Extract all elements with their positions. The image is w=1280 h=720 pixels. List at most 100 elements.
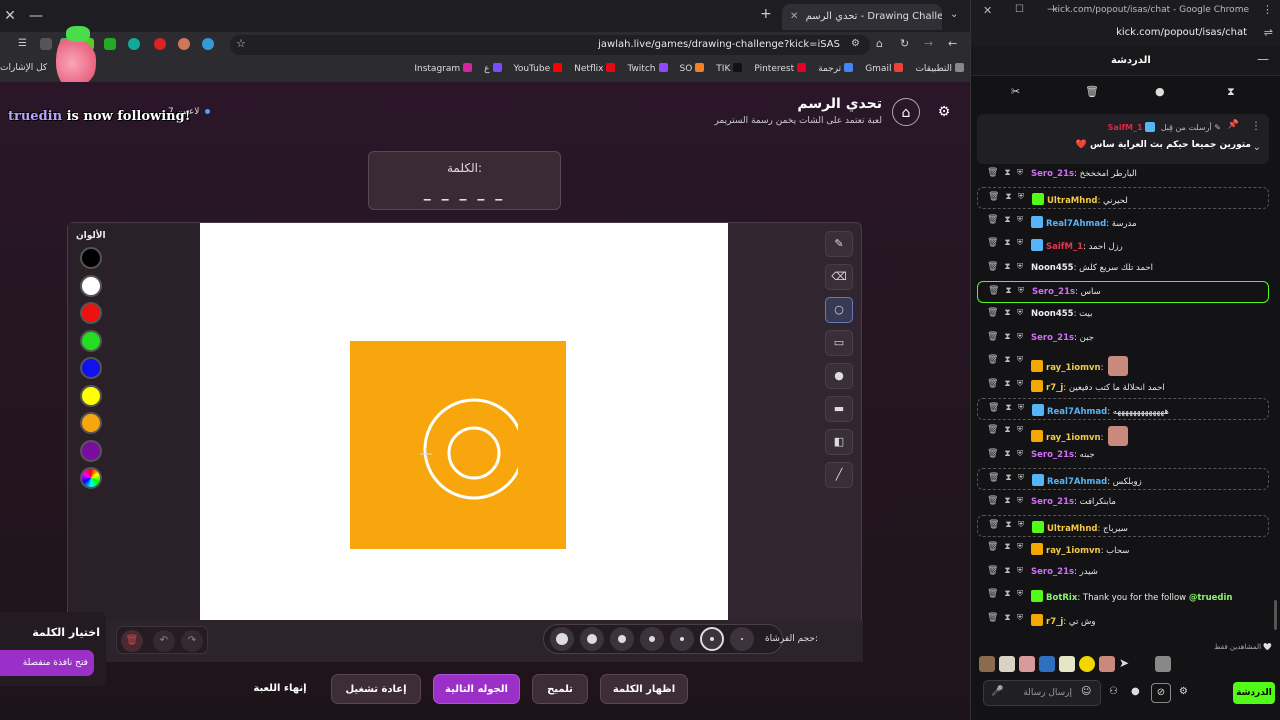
chat-message[interactable]: 🗑⧗⛨ r7_j: وش تي <box>977 609 1269 631</box>
chat-username[interactable]: Sero_21s <box>1031 497 1074 507</box>
extension-icon[interactable] <box>154 38 166 50</box>
chat-username[interactable]: Sero_21s <box>1031 567 1074 577</box>
chat-bubble-icon[interactable]: ● <box>1155 85 1165 98</box>
extension-icon[interactable] <box>178 38 190 50</box>
chat-username[interactable]: ray_1iomvn <box>1046 433 1101 443</box>
extension-icon[interactable] <box>40 38 52 50</box>
chat-message[interactable]: 🗑⧗⛨ Noon455: بيت <box>977 304 1269 326</box>
bookmark-item[interactable]: ترجمة <box>818 58 854 82</box>
chat-username[interactable]: ray_1iomvn <box>1046 546 1101 556</box>
mute-bell-icon[interactable]: ⊘ <box>1151 683 1171 703</box>
site-settings-icon[interactable]: ⇌ <box>1264 26 1273 39</box>
activity-icon[interactable]: ⚇ <box>1109 686 1118 697</box>
back-icon[interactable]: ← <box>948 37 957 50</box>
chat-message[interactable]: 🗑⧗⛨ Real7Ahmad: مدرسة <box>977 211 1269 233</box>
chat-username[interactable]: SaifM_1 <box>1046 242 1083 252</box>
bookmark-item[interactable]: Twitch <box>627 58 668 82</box>
chat-username[interactable]: ray_1iomvn <box>1046 363 1101 373</box>
message-mod-icons[interactable]: 🗑⧗⛨ <box>987 425 1029 435</box>
bookmark-item[interactable]: Pinterest <box>754 58 807 82</box>
chat-message[interactable]: 🗑⧗⛨ ray_1iomvn: <box>977 351 1269 377</box>
chat-message[interactable]: 🗑⧗⛨ Sero_21s: البارطر امخخخخ <box>977 164 1269 186</box>
message-mod-icons[interactable]: 🗑⧗⛨ <box>988 192 1030 202</box>
brush-size-1-selected[interactable] <box>700 627 724 651</box>
chat-username[interactable]: UltraMhnd <box>1047 196 1097 206</box>
redo-icon[interactable]: ↷ <box>181 630 203 652</box>
color-swatch[interactable] <box>80 274 102 297</box>
brush-size-3[interactable] <box>640 627 664 651</box>
brush-size-6[interactable] <box>550 627 574 651</box>
color-swatch[interactable] <box>80 467 102 489</box>
pencil-tool-icon[interactable]: ✎ <box>825 231 853 257</box>
chat-message[interactable]: 🗑⧗⛨ Sero_21s: جبن <box>977 328 1269 350</box>
brush-size-5[interactable] <box>580 627 604 651</box>
reveal-word-button[interactable]: اظهار الكلمة <box>600 674 688 704</box>
message-mod-icons[interactable]: 🗑⧗⛨ <box>987 308 1029 318</box>
message-mod-icons[interactable]: 🗑⧗⛨ <box>988 403 1030 413</box>
chat-username[interactable]: Real7Ahmad <box>1046 219 1106 229</box>
bookmark-item[interactable]: YouTube <box>514 58 563 82</box>
color-swatch[interactable] <box>80 357 102 379</box>
message-mod-icons[interactable]: 🗑⧗⛨ <box>987 496 1029 506</box>
chat-username[interactable]: Sero_21s <box>1032 287 1075 297</box>
message-mod-icons[interactable]: 🗑⧗⛨ <box>988 473 1030 483</box>
expand-chevron-icon[interactable]: ⌄ <box>1253 142 1261 153</box>
chat-username[interactable]: r7_j <box>1046 617 1063 627</box>
restart-button[interactable]: إعادة تشغيل <box>331 674 421 704</box>
collapse-icon[interactable]: — <box>1257 52 1269 66</box>
viewer-avatar[interactable] <box>1079 656 1095 672</box>
chat-message[interactable]: 🗑⧗⛨ Sero_21s: شيدر <box>977 562 1269 584</box>
settings-sliders-icon[interactable]: ☰ <box>18 38 27 49</box>
viewer-arrow-icon[interactable]: ➤ <box>1119 656 1135 672</box>
chrome-menu-icon[interactable]: ⋮ <box>1262 3 1273 16</box>
send-chat-button[interactable]: الدردشة <box>1233 682 1275 704</box>
close-window-icon[interactable]: ✕ <box>983 4 992 17</box>
viewer-avatar[interactable] <box>979 656 995 672</box>
bookmark-item[interactable]: Gmail <box>865 58 904 82</box>
new-tab-icon[interactable]: + <box>760 6 772 22</box>
chat-message[interactable]: 🗑⧗⛨ Real7Ahmad: زوبلكس <box>977 468 1269 491</box>
home-icon[interactable]: ⌂ <box>876 37 883 50</box>
chat-message[interactable]: 🗑⧗⛨ r7_j: احمد انحلالة ما كتب دفيعين <box>977 375 1269 397</box>
home-button-icon[interactable]: ⌂ <box>892 98 920 126</box>
maximize-window-icon[interactable]: ☐ <box>1015 4 1024 15</box>
forward-icon[interactable]: → <box>924 37 933 50</box>
drawing-canvas[interactable] <box>200 223 728 620</box>
url-box[interactable]: ☆ jawlah.live/games/drawing-challenge?ki… <box>230 35 870 55</box>
viewer-avatar[interactable] <box>1039 656 1055 672</box>
eraser-tool-icon[interactable]: ⌫ <box>825 264 853 290</box>
extension-icon[interactable] <box>202 38 214 50</box>
chat-username[interactable]: Noon455 <box>1031 309 1074 319</box>
chat-message[interactable]: 🗑⧗⛨ ray_1iomvn: سحاب <box>977 538 1269 560</box>
fill-bucket-tool-icon[interactable]: ◧ <box>825 429 853 455</box>
chat-message[interactable]: 🗑⧗⛨ BotRix: Thank you for the follow @tru… <box>977 585 1269 607</box>
extension-icon[interactable] <box>104 38 116 50</box>
message-mod-icons[interactable]: 🗑⧗⛨ <box>988 520 1030 530</box>
extension-icon[interactable] <box>128 38 140 50</box>
chat-message[interactable]: 🗑⧗⛨ Noon455: احمد تلك سريع كلش <box>977 258 1269 280</box>
viewer-avatar[interactable] <box>1019 656 1035 672</box>
message-mod-icons[interactable]: 🗑⧗⛨ <box>988 286 1030 296</box>
message-mod-icons[interactable]: 🗑⧗⛨ <box>987 449 1029 459</box>
bookmark-item[interactable]: SO <box>680 58 705 82</box>
chat-bubble-icon[interactable]: ● <box>1131 686 1140 697</box>
message-mod-icons[interactable]: 🗑⧗⛨ <box>987 168 1029 178</box>
settings-gear-icon[interactable]: ⚙ <box>1179 686 1188 697</box>
chat-username[interactable]: BotRix <box>1046 593 1077 603</box>
bookmark-item[interactable]: Netflix <box>574 58 616 82</box>
filled-rectangle-tool-icon[interactable]: ▬ <box>825 396 853 422</box>
chat-message[interactable]: 🗑⧗⛨ Real7Ahmad: هههههههههههههه <box>977 398 1269 420</box>
chat-username[interactable]: Sero_21s <box>1031 333 1074 343</box>
message-mod-icons[interactable]: 🗑⧗⛨ <box>987 355 1029 365</box>
brush-size-4[interactable] <box>610 627 634 651</box>
tab-search-icon[interactable]: ⌄ <box>950 9 958 20</box>
message-mod-icons[interactable]: 🗑⧗⛨ <box>987 589 1029 599</box>
chat-message[interactable]: 🗑⧗⛨ Sero_21s: ساس <box>977 281 1269 303</box>
brush-size-0[interactable] <box>730 627 754 651</box>
message-mod-icons[interactable]: 🗑⧗⛨ <box>987 238 1029 248</box>
more-options-icon[interactable]: ⋮ <box>1251 121 1261 132</box>
color-swatch[interactable] <box>80 302 102 324</box>
pin-icon[interactable]: ✂ <box>1011 85 1020 98</box>
message-mod-icons[interactable]: 🗑⧗⛨ <box>987 379 1029 389</box>
message-mod-icons[interactable]: 🗑⧗⛨ <box>987 262 1029 272</box>
